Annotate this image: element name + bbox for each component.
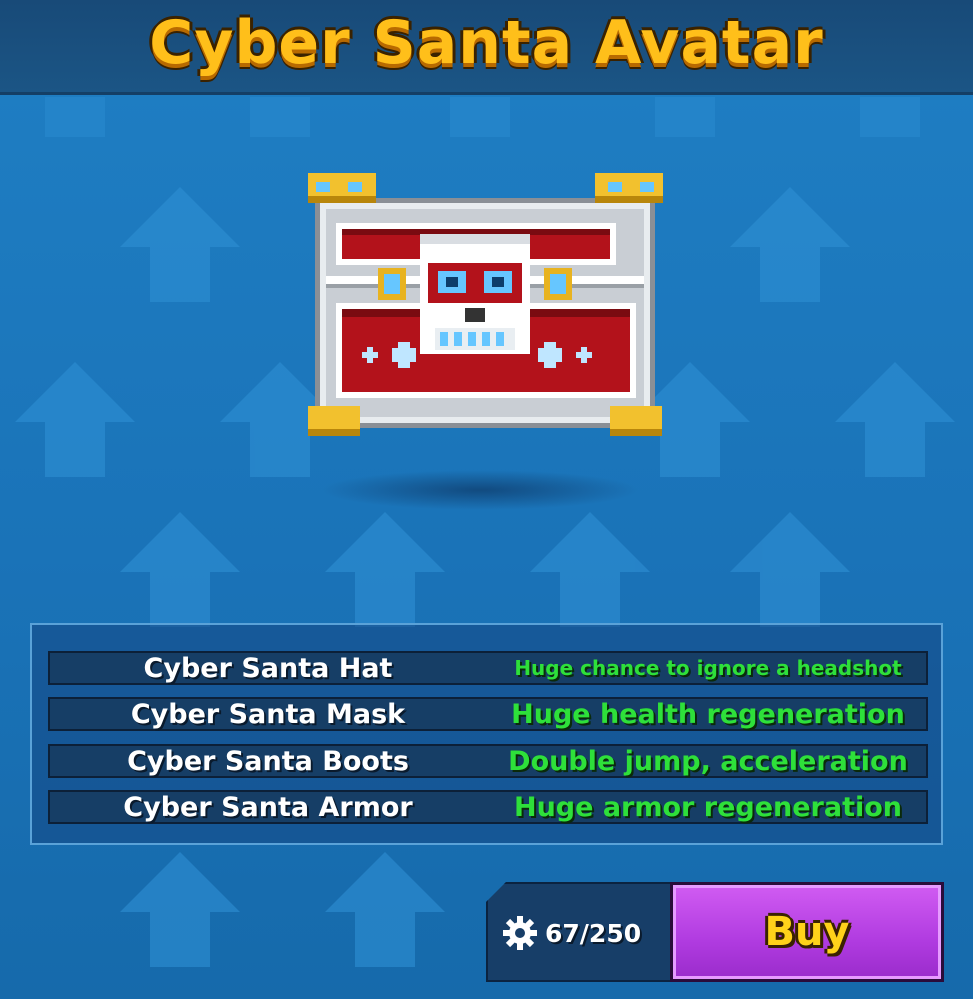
buy-label: Buy <box>764 909 850 955</box>
buy-button[interactable]: Buy <box>670 882 944 982</box>
item-name: Cyber Santa Armor <box>123 791 413 823</box>
list-item: Cyber Santa Armor Huge armor regeneratio… <box>48 790 928 824</box>
list-item: Cyber Santa Hat Huge chance to ignore a … <box>48 651 928 685</box>
page-title: Cyber Santa Avatar <box>149 8 824 78</box>
gear-icon <box>503 916 537 950</box>
item-perk: Double jump, acceleration <box>508 745 908 777</box>
list-item: Cyber Santa Mask Huge health regeneratio… <box>48 697 928 731</box>
items-panel: Cyber Santa Hat Huge chance to ignore a … <box>30 623 943 845</box>
item-perk: Huge health regeneration <box>511 698 905 730</box>
item-name: Cyber Santa Hat <box>143 652 393 684</box>
cyber-santa-chest-image <box>308 173 663 436</box>
item-name: Cyber Santa Boots <box>127 745 409 777</box>
list-item: Cyber Santa Boots Double jump, accelerat… <box>48 744 928 778</box>
item-perk: Huge chance to ignore a headshot <box>514 656 902 680</box>
item-name: Cyber Santa Mask <box>130 698 406 730</box>
chest-shadow <box>320 470 640 510</box>
progress-count: 67/250 <box>545 918 642 948</box>
item-perk: Huge armor regeneration <box>513 791 903 823</box>
